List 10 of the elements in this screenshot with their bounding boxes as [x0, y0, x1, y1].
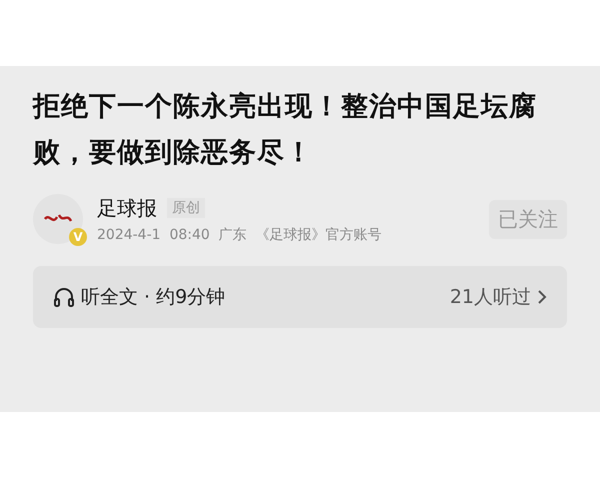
post-meta: 2024-4-1 08:40 广东 《足球报》官方账号: [97, 226, 383, 244]
listen-bar[interactable]: 听全文 · 约9分钟 21人听过: [33, 266, 567, 328]
chevron-right-icon: [537, 289, 547, 305]
verified-badge: V: [69, 228, 87, 246]
original-tag: 原创: [167, 198, 205, 218]
headphones-icon: [53, 286, 75, 308]
listen-label: 听全文 · 约9分钟: [81, 285, 226, 310]
author-name[interactable]: 足球报: [97, 194, 157, 222]
listener-count: 21人听过: [450, 285, 531, 310]
article-title: 拒绝下一个陈永亮出现！整治中国足坛腐败，要做到除恶务尽！: [33, 90, 538, 170]
